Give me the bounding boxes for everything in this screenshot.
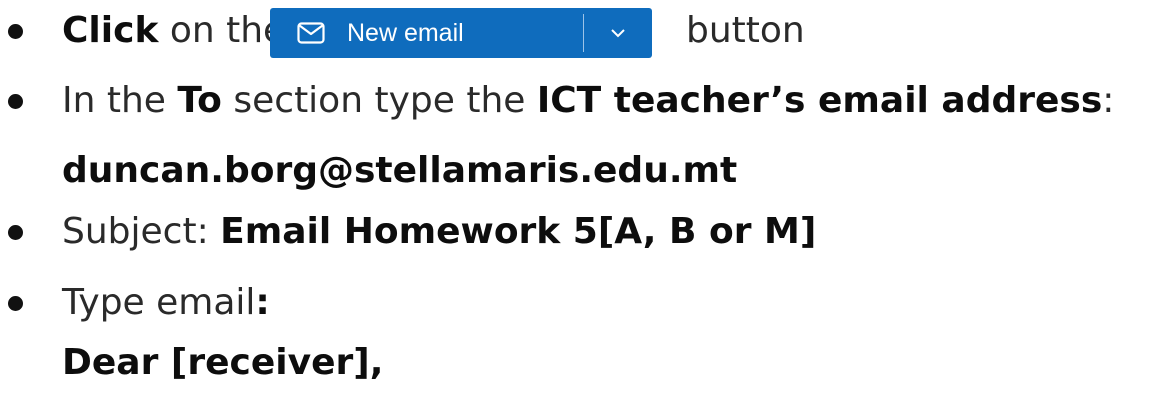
ict-teacher-email-label: ICT teacher’s email address	[536, 80, 1103, 121]
bullet-icon	[8, 24, 23, 39]
type-email-label: Type email	[62, 282, 256, 323]
mail-icon	[297, 22, 325, 44]
new-email-label: New email	[347, 19, 464, 47]
new-email-dropdown-button[interactable]	[584, 8, 652, 58]
subject-value: Email Homework 5[A, B or M]	[220, 211, 817, 252]
button-word: button	[686, 10, 805, 51]
on-the-text: on the	[158, 10, 286, 51]
click-label: Click	[62, 10, 159, 51]
email-address: duncan.borg@stellamaris.edu.mt	[62, 150, 738, 191]
chevron-down-icon	[611, 29, 625, 38]
to-label: To	[177, 80, 222, 121]
greeting: Dear [receiver],	[62, 342, 384, 383]
new-email-button[interactable]: New email	[270, 8, 583, 58]
bullet-icon	[8, 94, 23, 109]
new-email-split-button[interactable]: New email	[270, 8, 652, 58]
bullet-icon	[8, 225, 23, 240]
subject-label: Subject:	[62, 211, 221, 252]
bullet-icon	[8, 296, 23, 311]
